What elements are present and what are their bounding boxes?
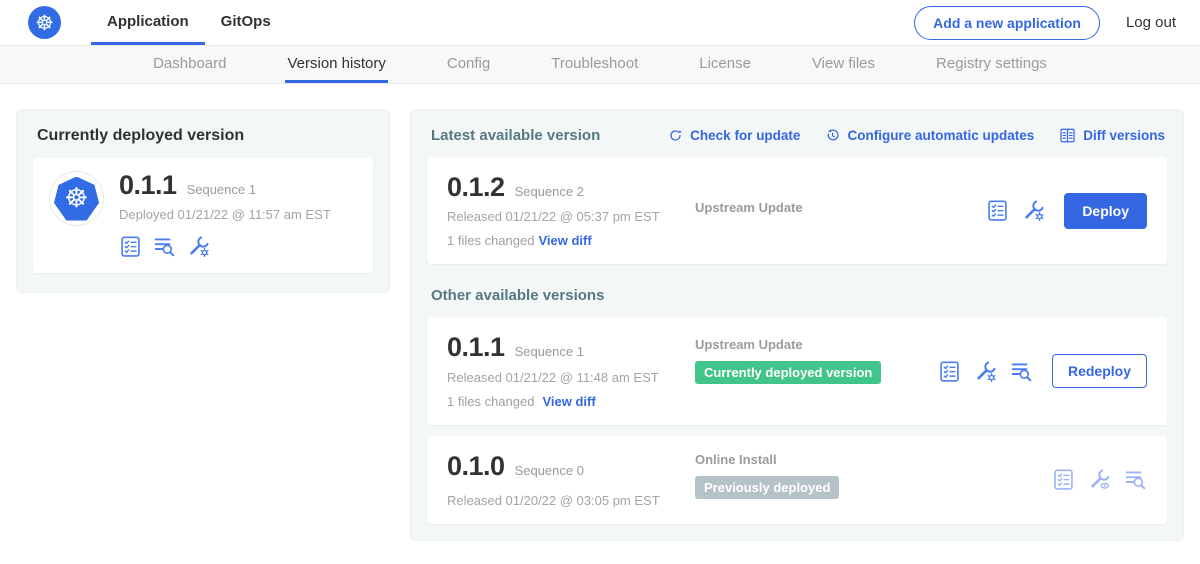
version-info: 0.1.0 Sequence 0 Released 01/20/22 @ 03:… — [447, 452, 695, 508]
subnav-tab-registry-settings[interactable]: Registry settings — [934, 46, 1049, 83]
app-header: ☸ Application GitOps Add a new applicati… — [0, 0, 1200, 46]
tab-application[interactable]: Application — [91, 0, 205, 45]
tab-application-label: Application — [107, 13, 189, 30]
config-icon[interactable] — [974, 360, 997, 383]
version-row-0-1-0: 0.1.0 Sequence 0 Released 01/20/22 @ 03:… — [427, 436, 1167, 524]
subnav-tab-label: Troubleshoot — [551, 55, 638, 72]
check-for-update-link[interactable]: Check for update — [668, 127, 800, 144]
panel-actions: Check for update Configure automatic upd… — [668, 127, 1165, 144]
previously-deployed-badge: Previously deployed — [695, 476, 839, 499]
config-icon[interactable] — [1022, 199, 1045, 222]
source-label: Online Install — [695, 452, 1042, 467]
header-right: Add a new application Log out — [914, 0, 1176, 45]
version-row-0-1-2: 0.1.2 Sequence 2 Released 01/21/22 @ 05:… — [427, 157, 1167, 264]
add-application-button[interactable]: Add a new application — [914, 6, 1100, 40]
diff-versions-label: Diff versions — [1083, 128, 1165, 143]
redeploy-button[interactable]: Redeploy — [1052, 354, 1147, 388]
diff-icon — [1059, 127, 1076, 144]
deployed-version-details: 0.1.1 Sequence 1 Deployed 01/21/22 @ 11:… — [119, 171, 331, 258]
subnav-tab-dashboard[interactable]: Dashboard — [151, 46, 228, 83]
subnav-tab-version-history[interactable]: Version history — [285, 46, 387, 83]
version-actions: Redeploy — [938, 354, 1147, 388]
tab-gitops-label: GitOps — [221, 13, 271, 30]
preflight-checks-icon[interactable] — [938, 360, 961, 383]
subnav-tab-view-files[interactable]: View files — [810, 46, 877, 83]
released-timestamp: Released 01/20/22 @ 03:05 pm EST — [447, 493, 695, 508]
subnav-tab-label: Config — [447, 55, 490, 72]
sequence-label: Sequence 2 — [515, 184, 584, 199]
tab-gitops[interactable]: GitOps — [205, 0, 287, 45]
kubernetes-logo-icon: ☸ — [28, 6, 61, 39]
version-info: 0.1.1 Sequence 1 Released 01/21/22 @ 11:… — [447, 333, 695, 408]
preflight-checks-icon[interactable] — [986, 199, 1009, 222]
version-source: Upstream Update — [695, 200, 986, 215]
deployed-sequence-label: Sequence 1 — [187, 182, 256, 197]
version-history-panel: Latest available version Check for updat… — [410, 109, 1184, 541]
preflight-checks-icon[interactable] — [1052, 468, 1075, 491]
view-diff-link[interactable]: View diff — [542, 394, 595, 409]
check-for-update-label: Check for update — [690, 128, 800, 143]
subnav-tab-license[interactable]: License — [697, 46, 753, 83]
version-actions — [1052, 468, 1147, 491]
kubernetes-logo-icon: ☸ — [54, 177, 100, 221]
subnav-tab-label: Dashboard — [153, 55, 226, 72]
header-tabs: Application GitOps — [91, 0, 287, 45]
deploy-logs-icon[interactable] — [1010, 360, 1033, 383]
latest-available-title: Latest available version — [431, 127, 600, 144]
version-actions: Deploy — [986, 193, 1147, 229]
subnav-tab-label: View files — [812, 55, 875, 72]
currently-deployed-card: Currently deployed version ☸ 0.1.1 Seque… — [16, 109, 390, 293]
deployed-timestamp: Deployed 01/21/22 @ 11:57 am EST — [119, 207, 331, 222]
configure-automatic-updates-link[interactable]: Configure automatic updates — [825, 127, 1034, 144]
view-diff-link[interactable]: View diff — [538, 233, 591, 248]
currently-deployed-title: Currently deployed version — [37, 127, 371, 145]
version-number: 0.1.0 — [447, 452, 505, 480]
refresh-icon — [668, 128, 683, 143]
logout-link[interactable]: Log out — [1126, 14, 1176, 31]
config-icon[interactable] — [187, 235, 210, 258]
schedule-icon — [825, 128, 840, 143]
deployed-version-number: 0.1.1 — [119, 171, 177, 199]
version-row-0-1-1: 0.1.1 Sequence 1 Released 01/21/22 @ 11:… — [427, 317, 1167, 424]
app-subnav: Dashboard Version history Config Trouble… — [0, 46, 1200, 84]
preflight-checks-icon[interactable] — [119, 235, 142, 258]
released-timestamp: Released 01/21/22 @ 11:48 am EST — [447, 370, 695, 385]
subnav-tab-troubleshoot[interactable]: Troubleshoot — [549, 46, 640, 83]
deploy-button[interactable]: Deploy — [1064, 193, 1147, 229]
version-number: 0.1.1 — [447, 333, 505, 361]
released-timestamp: Released 01/21/22 @ 05:37 pm EST — [447, 209, 695, 224]
sequence-label: Sequence 0 — [515, 463, 584, 478]
version-source: Online Install Previously deployed — [695, 452, 1052, 499]
subnav-tab-label: Registry settings — [936, 55, 1047, 72]
diff-versions-link[interactable]: Diff versions — [1059, 127, 1165, 144]
deployed-version-tile: ☸ 0.1.1 Sequence 1 Deployed 01/21/22 @ 1… — [33, 158, 373, 273]
main-content: Currently deployed version ☸ 0.1.1 Seque… — [0, 84, 1200, 541]
version-info: 0.1.2 Sequence 2 Released 01/21/22 @ 05:… — [447, 173, 695, 248]
deploy-logs-icon[interactable] — [1124, 468, 1147, 491]
files-changed-label: 1 files changed — [447, 394, 534, 409]
version-number: 0.1.2 — [447, 173, 505, 201]
config-view-icon[interactable] — [1088, 468, 1111, 491]
source-label: Upstream Update — [695, 337, 928, 352]
sequence-label: Sequence 1 — [515, 344, 584, 359]
currently-deployed-badge: Currently deployed version — [695, 361, 881, 384]
panel-header: Latest available version Check for updat… — [431, 127, 1165, 144]
subnav-tab-config[interactable]: Config — [445, 46, 492, 83]
app-icon-badge: ☸ — [49, 171, 104, 226]
deploy-logs-icon[interactable] — [153, 235, 176, 258]
files-changed-label: 1 files changed — [447, 233, 534, 248]
other-available-title: Other available versions — [431, 287, 1165, 304]
subnav-tab-label: License — [699, 55, 751, 72]
version-source: Upstream Update Currently deployed versi… — [695, 337, 938, 384]
source-label: Upstream Update — [695, 200, 976, 215]
subnav-tab-label: Version history — [287, 55, 385, 72]
configure-automatic-updates-label: Configure automatic updates — [847, 128, 1034, 143]
